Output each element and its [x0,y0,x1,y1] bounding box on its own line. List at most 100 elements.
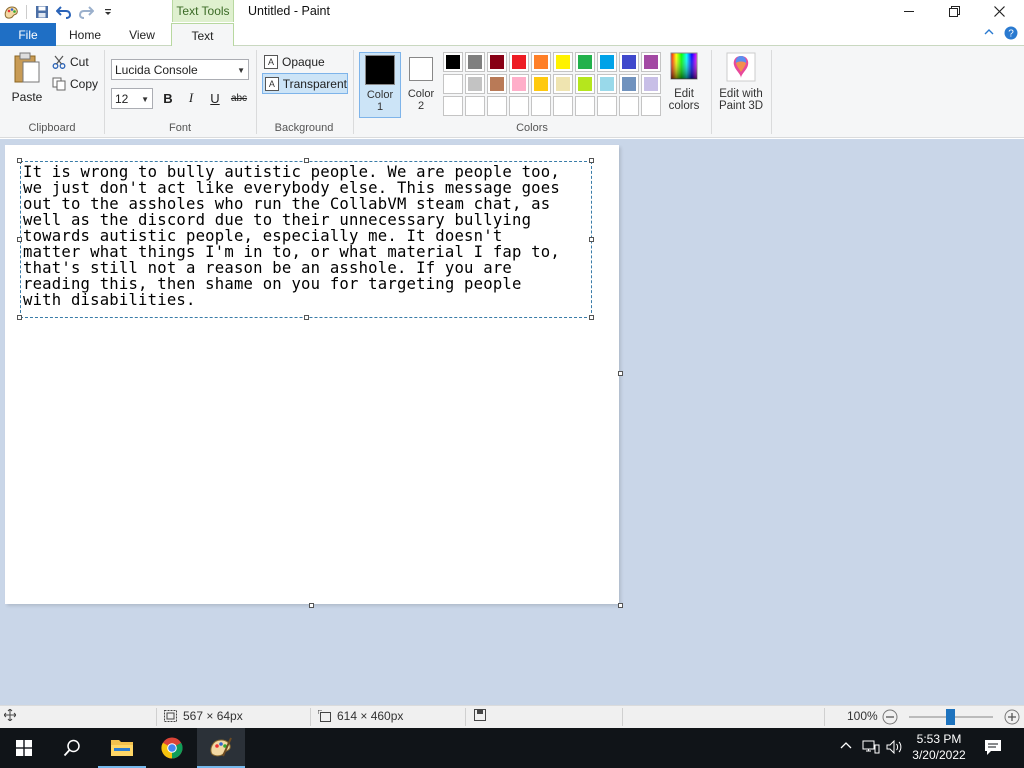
font-family-select[interactable]: Lucida Console ▼ [111,59,249,80]
palette-swatch[interactable] [509,96,529,116]
palette-swatch[interactable] [531,74,551,94]
text-line: matter what things I'm in to, or what ma… [23,243,560,261]
color1-label-line1: Color [366,89,394,101]
palette-swatch[interactable] [509,74,529,94]
windows-logo-icon [16,740,32,756]
restore-button[interactable] [931,0,977,22]
color2-label-line1: Color [407,88,435,100]
palette-swatch[interactable] [553,52,573,72]
palette-swatch[interactable] [443,74,463,94]
color-spectrum-icon [670,52,698,80]
canvas-resize-handle-bottom[interactable] [309,603,314,608]
minimize-button[interactable] [886,0,932,22]
tab-text[interactable]: Text [171,23,234,47]
resize-handle[interactable] [304,315,309,320]
palette-swatch[interactable] [509,52,529,72]
chrome-taskbar-button[interactable] [148,728,196,768]
palette-swatch[interactable] [597,52,617,72]
volume-icon[interactable] [886,739,904,757]
color2-swatch [409,57,433,81]
tab-home[interactable]: Home [58,23,112,46]
palette-swatch[interactable] [487,52,507,72]
resize-handle[interactable] [304,158,309,163]
ribbon: Paste Cut Copy Clipboard Lucida Console … [0,46,1024,138]
palette-swatch[interactable] [531,52,551,72]
text-box[interactable]: It is wrong to bully autistic people. We… [17,158,594,320]
palette-swatch[interactable] [465,52,485,72]
tab-file[interactable]: File [0,23,56,46]
paint3d-label-line1: Edit with [719,88,763,100]
transparent-label: Transparent [282,76,347,91]
canvas-resize-handle-corner[interactable] [618,603,623,608]
palette-swatch[interactable] [575,96,595,116]
color1-button[interactable]: Color 1 [359,52,401,118]
copy-button[interactable]: Copy [52,74,98,94]
palette-swatch[interactable] [641,74,661,94]
canvas-resize-handle-right[interactable] [618,371,623,376]
system-clock[interactable]: 5:53 PM 3/20/2022 [908,731,970,763]
paste-button[interactable]: Paste [8,52,46,112]
palette-swatch[interactable] [487,96,507,116]
palette-swatch[interactable] [465,96,485,116]
zoom-slider-thumb[interactable] [946,709,955,725]
edit-with-paint3d-button[interactable]: Edit with Paint 3D [714,52,768,112]
paint-taskbar-button[interactable] [197,728,245,768]
resize-handle[interactable] [17,237,22,242]
palette-swatch[interactable] [619,74,639,94]
opaque-option[interactable]: A Opaque [262,51,348,72]
strikethrough-button[interactable]: abc [229,88,249,108]
status-separator [310,708,311,726]
bold-button[interactable]: B [158,88,178,108]
palette-swatch[interactable] [553,74,573,94]
zoom-out-button[interactable] [882,709,898,725]
tab-view[interactable]: View [114,23,170,46]
paste-label: Paste [11,90,43,104]
palette-swatch[interactable] [443,52,463,72]
font-size-select[interactable]: 12 ▼ [111,88,153,109]
drawing-canvas[interactable]: It is wrong to bully autistic people. We… [5,145,619,604]
close-button[interactable] [976,0,1022,22]
palette-swatch[interactable] [553,96,573,116]
palette-swatch[interactable] [619,96,639,116]
resize-handle[interactable] [589,237,594,242]
palette-swatch[interactable] [465,74,485,94]
help-icon[interactable]: ? [1004,26,1018,43]
notifications-icon[interactable] [984,738,1002,759]
file-explorer-taskbar-button[interactable] [98,728,146,768]
resize-handle[interactable] [17,315,22,320]
palette-swatch[interactable] [597,74,617,94]
palette-swatch[interactable] [597,96,617,116]
resize-handle[interactable] [17,158,22,163]
cut-button[interactable]: Cut [52,52,89,72]
palette-swatch[interactable] [619,52,639,72]
palette-swatch[interactable] [575,74,595,94]
palette-swatch[interactable] [641,52,661,72]
text-box-content[interactable]: It is wrong to bully autistic people. We… [23,164,589,308]
resize-handle[interactable] [589,315,594,320]
palette-swatch[interactable] [487,74,507,94]
quick-access-toolbar [0,2,119,22]
search-button[interactable] [48,728,96,768]
show-hidden-icons-chevron-icon[interactable] [840,740,852,755]
paint3d-label-line2: Paint 3D [718,100,764,112]
palette-swatch[interactable] [531,96,551,116]
edit-colors-button[interactable]: Edit colors [666,52,702,112]
palette-swatch[interactable] [575,52,595,72]
zoom-in-button[interactable] [1004,709,1020,725]
save-icon[interactable] [31,2,53,22]
paint-app-icon[interactable] [0,2,22,22]
color2-button[interactable]: Color 2 [400,52,442,118]
transparent-icon: A [265,76,279,91]
italic-button[interactable]: I [181,88,201,108]
customize-toolbar-chevron-icon[interactable] [97,2,119,22]
palette-swatch[interactable] [443,96,463,116]
collapse-ribbon-icon[interactable] [984,26,994,43]
redo-icon[interactable] [75,2,97,22]
network-icon[interactable] [862,740,880,757]
underline-button[interactable]: U [205,88,225,108]
undo-icon[interactable] [53,2,75,22]
palette-swatch[interactable] [641,96,661,116]
transparent-option[interactable]: A Transparent [262,73,348,94]
start-button[interactable] [0,728,48,768]
resize-handle[interactable] [589,158,594,163]
